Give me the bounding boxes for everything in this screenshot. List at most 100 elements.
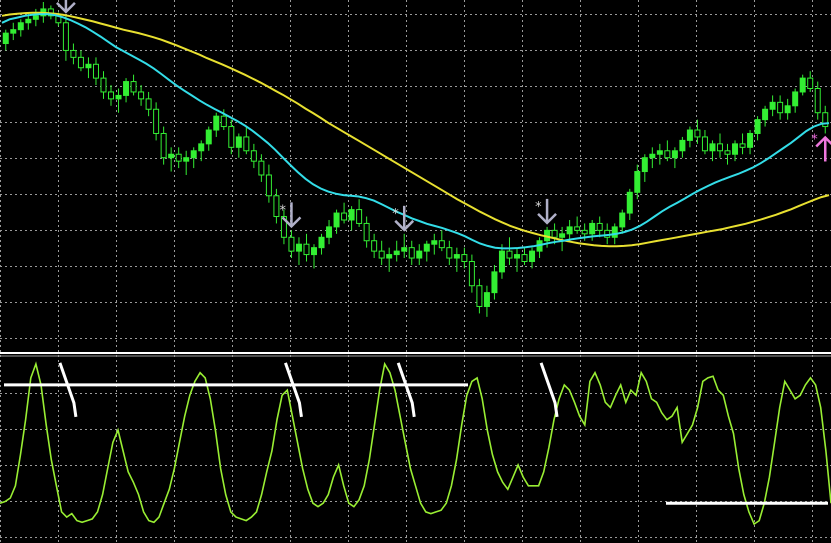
bull-candle <box>589 222 596 235</box>
bull-candle <box>649 153 656 159</box>
bull-candle <box>401 247 408 252</box>
bear-candle <box>303 243 310 256</box>
bull-candle <box>123 81 130 96</box>
bull-candle <box>566 226 573 235</box>
bull-candle <box>295 243 302 252</box>
bull-candle <box>326 226 333 238</box>
bear-candle <box>138 91 145 100</box>
bear-candle <box>506 250 513 259</box>
bear-candle <box>62 22 69 51</box>
bull-candle <box>423 243 430 252</box>
bull-candle <box>235 136 242 148</box>
bull-candle <box>611 226 618 238</box>
bull-candle <box>792 91 799 107</box>
bear-candle <box>160 132 167 159</box>
bull-candle <box>619 212 626 228</box>
bull-candle <box>393 250 400 256</box>
bear-candle <box>363 222 370 242</box>
buy-star: * <box>811 132 818 147</box>
bull-candle <box>32 15 39 20</box>
bull-candle <box>311 247 318 256</box>
bear-candle <box>446 247 453 259</box>
bull-candle <box>559 233 566 238</box>
bear-candle <box>596 222 603 231</box>
bear-candle <box>574 226 581 231</box>
bull-candle <box>762 108 769 121</box>
bear-candle <box>100 77 107 93</box>
bear-candle <box>175 153 182 162</box>
bull-candle <box>17 22 24 31</box>
sell-star: * <box>535 200 542 215</box>
bear-candle <box>408 247 415 259</box>
bull-candle <box>784 105 791 114</box>
bull-candle <box>626 191 633 214</box>
bull-candle <box>333 212 340 228</box>
bear-candle <box>108 91 115 100</box>
bear-candle <box>70 49 77 58</box>
bull-candle <box>386 254 393 259</box>
bear-candle <box>243 136 250 152</box>
bull-candle <box>318 236 325 249</box>
bull-candle <box>679 139 686 152</box>
bull-candle <box>115 94 122 100</box>
bear-candle <box>273 195 280 218</box>
bear-candle <box>476 285 483 307</box>
bear-candle <box>371 240 378 252</box>
bear-candle <box>724 150 731 155</box>
bear-candle <box>145 98 152 110</box>
bull-candle <box>85 63 92 69</box>
bear-candle <box>814 88 821 114</box>
bear-candle <box>258 160 265 176</box>
bear-candle <box>288 236 295 252</box>
bull-candle <box>25 18 32 24</box>
bull-candle <box>2 32 9 45</box>
bear-candle <box>664 150 671 159</box>
bear-candle <box>604 229 611 238</box>
bull-candle <box>799 77 806 93</box>
bull-candle <box>709 143 716 152</box>
bear-candle <box>228 126 235 148</box>
bull-candle <box>416 250 423 259</box>
bull-candle <box>529 250 536 262</box>
bull-candle <box>483 292 490 307</box>
bear-candle <box>461 254 468 263</box>
bull-candle <box>634 171 641 193</box>
bull-candle <box>213 115 220 131</box>
sell-star: * <box>279 203 286 218</box>
bear-candle <box>807 77 814 90</box>
bear-candle <box>250 150 257 162</box>
bull-candle <box>641 157 648 173</box>
bull-candle <box>513 254 520 259</box>
bull-candle <box>747 132 754 148</box>
bear-candle <box>716 143 723 152</box>
bull-candle <box>453 254 460 259</box>
bull-candle <box>491 271 498 294</box>
bull-candle <box>10 29 17 34</box>
bull-candle <box>656 150 663 155</box>
bull-candle <box>190 150 197 159</box>
bull-candle <box>754 119 761 134</box>
bear-candle <box>521 254 528 263</box>
bear-candle <box>378 250 385 259</box>
bear-candle <box>701 136 708 152</box>
bear-candle <box>551 229 558 238</box>
bull-candle <box>671 150 678 159</box>
bear-candle <box>777 101 784 114</box>
bull-candle <box>348 209 355 221</box>
bear-candle <box>694 129 701 138</box>
bull-candle <box>686 129 693 141</box>
bear-candle <box>341 212 348 221</box>
bull-candle <box>498 250 505 273</box>
bull-candle <box>205 129 212 145</box>
bear-candle <box>468 261 475 287</box>
bear-candle <box>77 56 84 69</box>
bull-candle <box>732 143 739 155</box>
bear-candle <box>356 209 363 224</box>
bear-candle <box>130 81 137 93</box>
price-chart: * * * * * <box>0 0 831 543</box>
bull-candle <box>769 101 776 110</box>
sell-star: * <box>54 0 61 4</box>
bear-candle <box>438 240 445 249</box>
bear-candle <box>220 115 227 128</box>
bull-candle <box>198 143 205 152</box>
